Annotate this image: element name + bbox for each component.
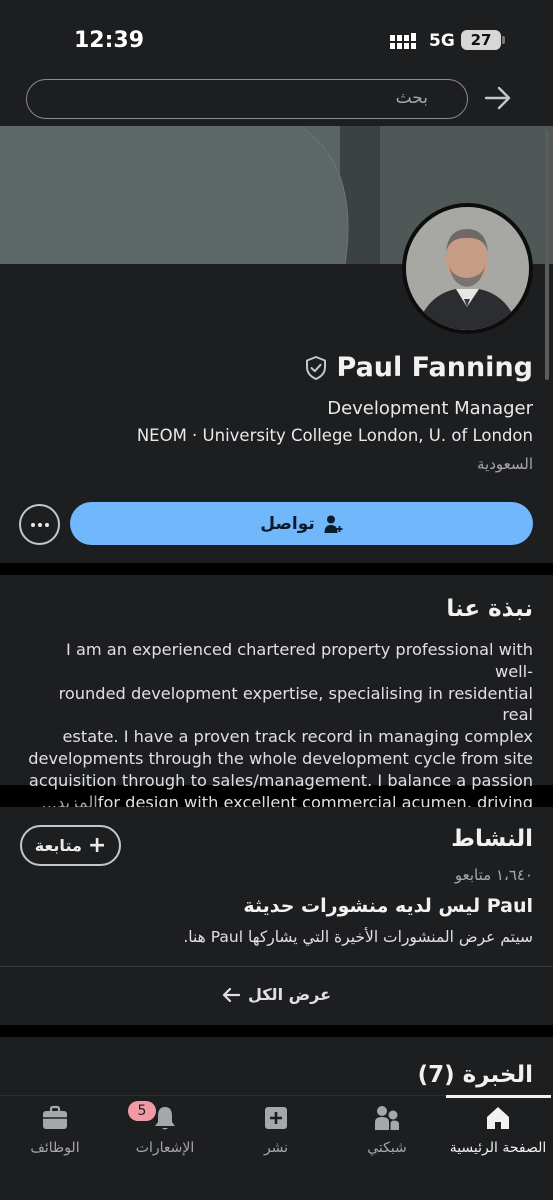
battery-tip <box>502 36 505 44</box>
about-line: rounded development expertise, specialis… <box>58 683 533 725</box>
no-posts-subtitle: سيتم عرض المنشورات الأخيرة التي يشاركها … <box>183 928 533 946</box>
about-line: developments through the whole developme… <box>28 748 533 768</box>
nav-active-indicator <box>446 1095 551 1098</box>
notifications-badge: 5 <box>128 1101 156 1121</box>
show-all-link[interactable]: عرض الكل <box>0 985 553 1004</box>
connect-label: تواصل <box>260 513 315 534</box>
more-dot-icon <box>30 522 35 527</box>
plus-icon: + <box>87 832 107 858</box>
follow-button[interactable]: + متابعة <box>20 825 121 866</box>
about-text[interactable]: I am an experienced chartered property p… <box>26 639 533 813</box>
add-person-icon <box>324 515 343 533</box>
nav-network[interactable]: شبكتي <box>332 1104 442 1156</box>
profile-location: السعودية <box>476 455 533 473</box>
activity-divider <box>0 966 553 967</box>
about-line: acquisition through to sales/management.… <box>28 770 533 790</box>
nav-home[interactable]: الصفحة الرئيسية <box>443 1104 553 1156</box>
my-network-icon <box>375 1106 399 1130</box>
status-time: 12:39 <box>74 28 145 53</box>
follow-label: متابعة <box>34 836 82 855</box>
nav-network-label: شبكتي <box>367 1140 407 1156</box>
more-dot-icon <box>37 522 42 527</box>
profile-name-row: Paul Fanning <box>303 352 534 383</box>
nav-jobs[interactable]: الوظائف <box>0 1104 110 1156</box>
about-line: estate. I have a proven track record in … <box>62 727 533 747</box>
back-arrow-icon[interactable] <box>484 86 512 110</box>
activity-title: النشاط <box>451 826 533 852</box>
more-dot-icon <box>44 522 49 527</box>
no-posts-title: Paul ليس لديه منشورات حديثة <box>243 895 533 917</box>
search-placeholder: بحث <box>395 88 428 108</box>
network-type: 5G <box>429 31 455 51</box>
show-all-label: عرض الكل <box>247 985 332 1004</box>
followers-count[interactable]: ١،٦٤٠ متابعو <box>455 866 533 884</box>
connect-button[interactable]: تواصل <box>70 502 533 545</box>
profile-education[interactable]: NEOM · University College London, U. of … <box>137 426 533 445</box>
nav-home-label: الصفحة الرئيسية <box>449 1140 547 1156</box>
nav-jobs-label: الوظائف <box>30 1140 80 1156</box>
about-line: I am an experienced chartered property p… <box>66 640 533 681</box>
briefcase-icon <box>43 1105 67 1129</box>
scroll-indicator[interactable] <box>545 130 549 380</box>
nav-notifications[interactable]: الإشعارات <box>110 1104 220 1156</box>
nav-post-label: نشر <box>263 1140 289 1156</box>
more-options-button[interactable] <box>19 504 60 545</box>
cellular-signal-icon <box>390 33 416 49</box>
experience-title: الخبرة (7) <box>417 1062 533 1088</box>
nav-notifications-label: الإشعارات <box>135 1140 195 1156</box>
profile-avatar[interactable] <box>402 203 533 334</box>
profile-name: Paul Fanning <box>336 352 534 383</box>
arrow-left-icon <box>222 987 240 1002</box>
nav-post[interactable]: نشر <box>221 1104 331 1156</box>
profile-headline: Development Manager <box>327 398 533 419</box>
battery-icon: 27 <box>461 30 501 50</box>
verified-shield-icon[interactable] <box>303 355 329 381</box>
post-plus-icon <box>265 1107 287 1129</box>
about-title: نبذة عنا <box>446 596 533 622</box>
home-icon <box>487 1107 509 1129</box>
